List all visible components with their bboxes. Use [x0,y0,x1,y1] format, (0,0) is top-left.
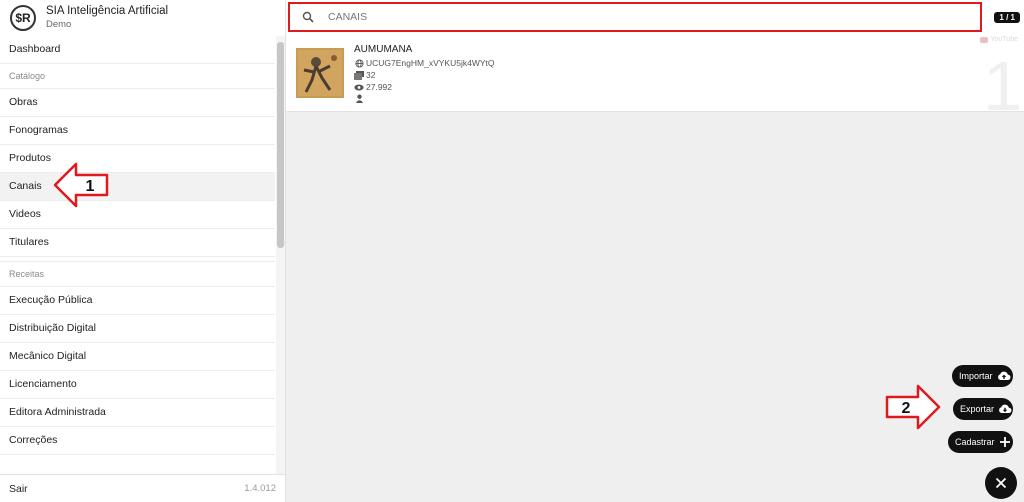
logout-link[interactable]: Sair [9,483,28,495]
import-label: Importar [959,371,993,381]
sidebar-item-produtos[interactable]: Produtos [0,145,275,173]
export-label: Exportar [960,404,995,414]
annotation-label-2: 2 [902,400,911,417]
close-fab-button[interactable] [985,467,1017,499]
platform-label: YouTube [990,36,1018,43]
annotation-label-1: 1 [86,178,95,195]
channel-thumbnail [296,48,344,98]
eye-icon [354,82,364,92]
import-button[interactable]: Importar [952,365,1013,387]
brand-subtitle: Demo [46,19,72,30]
youtube-logo: YouTube [980,36,1018,43]
scrollbar-thumb[interactable] [277,42,284,248]
channel-views-row: 27.992 [354,82,392,92]
sidebar-item-distribuicao-digital[interactable]: Distribuição Digital [0,315,275,343]
channel-video-count: 32 [366,70,376,80]
channel-name: AUMUMANA [354,44,413,55]
search-icon [302,10,316,24]
video-library-icon [354,70,364,80]
card-index: 1 [983,47,1022,125]
brand[interactable]: $R SIA Inteligência Artificial Demo [0,0,285,36]
channel-owner-row [354,93,366,103]
sidebar-item-fonogramas[interactable]: Fonogramas [0,117,275,145]
topbar: 1 / 1 [286,0,1024,37]
export-button[interactable]: Exportar [953,398,1013,420]
sidebar-menu: Dashboard Catálogo Obras Fonogramas Prod… [0,36,275,455]
sidebar-item-licenciamento[interactable]: Licenciamento [0,371,275,399]
sidebar-item-correcoes[interactable]: Correções [0,427,275,455]
annotation-arrow-2: 2 [885,384,941,430]
channel-views: 27.992 [366,82,392,92]
globe-icon [354,58,364,68]
section-catalogo: Catálogo [0,64,275,89]
channel-videos-row: 32 [354,70,375,80]
register-button[interactable]: Cadastrar [948,431,1013,453]
search-input[interactable] [326,10,930,24]
sidebar-item-dashboard[interactable]: Dashboard [0,36,275,64]
cloud-download-icon [998,401,1012,417]
channel-card[interactable]: AUMUMANA UCUG7EngHM_xVYKU5jk4WYtQ 32 27.… [286,36,1024,125]
sidebar-item-obras[interactable]: Obras [0,89,275,117]
sidebar-item-mecanico-digital[interactable]: Mecânico Digital [0,343,275,371]
sidebar-scrollbar[interactable] [276,36,285,476]
sidebar-footer: Sair 1.4.012 [0,474,285,502]
plus-icon [999,434,1011,450]
sidebar-item-editora-administrada[interactable]: Editora Administrada [0,399,275,427]
close-icon [995,477,1007,489]
sidebar: $R SIA Inteligência Artificial Demo Dash… [0,0,286,502]
sidebar-item-titulares[interactable]: Titulares [0,229,275,257]
sidebar-item-execucao-publica[interactable]: Execução Pública [0,287,275,315]
channel-id-row: UCUG7EngHM_xVYKU5jk4WYtQ [354,58,494,68]
sidebar-item-videos[interactable]: Videos [0,201,275,229]
app-version: 1.4.012 [244,483,276,494]
logo: $R [10,5,36,31]
sidebar-item-canais[interactable]: Canais [0,173,275,201]
person-icon [354,93,364,103]
page-indicator: 1 / 1 [994,12,1020,23]
channel-id: UCUG7EngHM_xVYKU5jk4WYtQ [366,58,495,68]
register-label: Cadastrar [955,437,995,447]
section-receitas: Receitas [0,262,275,287]
brand-title: SIA Inteligência Artificial [46,5,169,17]
annotation-arrow-1: 1 [53,162,109,208]
cloud-upload-icon [997,368,1011,384]
search-bar[interactable] [288,2,982,32]
